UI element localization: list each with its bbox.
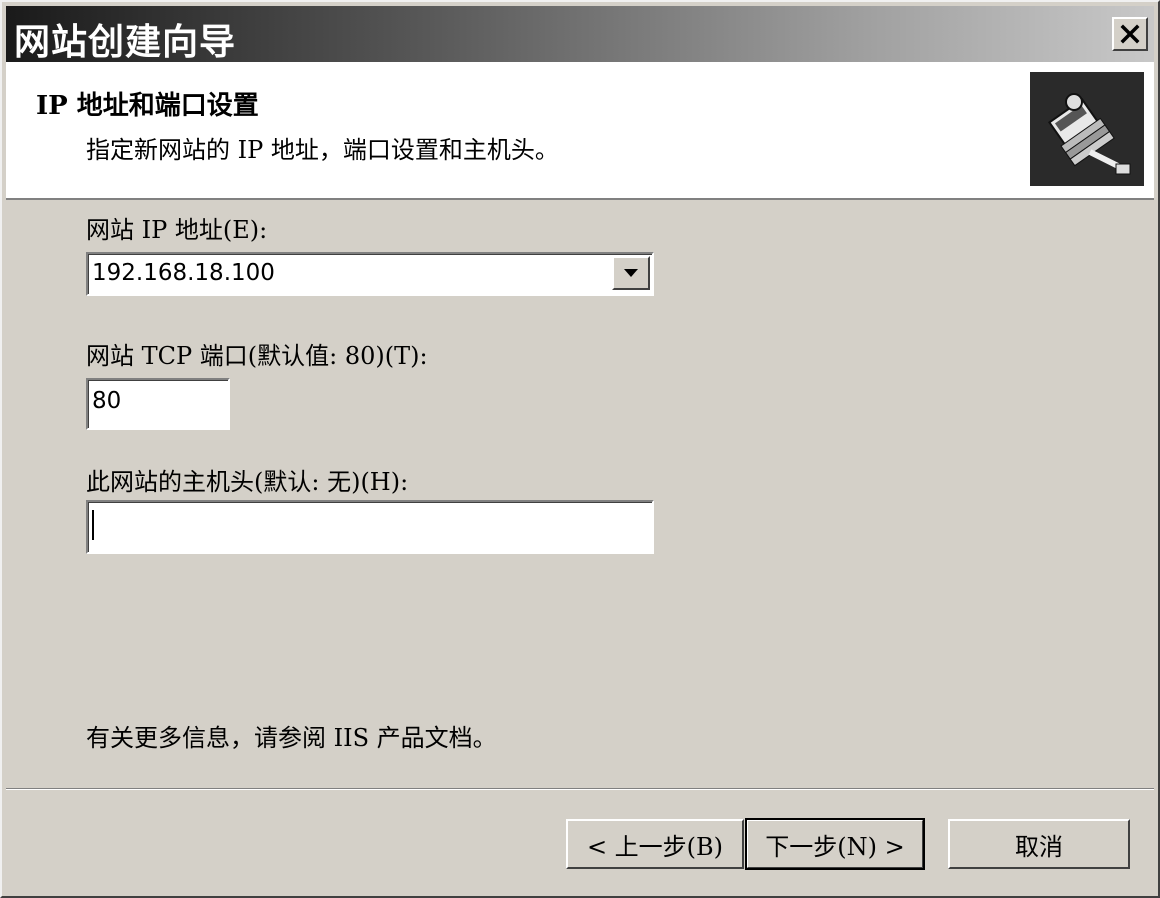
title-bar[interactable]: 网站创建向导 — [6, 6, 1154, 63]
ip-address-label: 网站 IP 地址(E): — [86, 216, 268, 244]
wizard-window: 网站创建向导 IP 地址和端口设置 指定新网站的 IP 地址，端口设置和主机头。 — [0, 0, 1160, 898]
tcp-port-label: 网站 TCP 端口(默认值: 80)(T): — [86, 342, 428, 370]
tcp-port-input[interactable]: 80 — [86, 378, 230, 430]
text-cursor — [92, 510, 94, 540]
close-button[interactable] — [1112, 17, 1148, 51]
page-title: IP 地址和端口设置 — [36, 91, 259, 121]
close-icon — [1120, 24, 1140, 44]
page-subtitle: 指定新网站的 IP 地址，端口设置和主机头。 — [86, 136, 559, 164]
cancel-button[interactable]: 取消 — [948, 819, 1130, 869]
host-header-label: 此网站的主机头(默认: 无)(H): — [86, 468, 409, 496]
ip-dropdown-button[interactable] — [612, 256, 650, 290]
next-button[interactable]: 下一步(N) > — [745, 818, 925, 870]
tcp-port-value: 80 — [92, 388, 122, 414]
back-button[interactable]: < 上一步(B) — [566, 819, 744, 869]
ip-address-select[interactable]: 192.168.18.100 — [86, 252, 654, 296]
wizard-header: IP 地址和端口设置 指定新网站的 IP 地址，端口设置和主机头。 — [6, 62, 1154, 200]
host-header-input[interactable] — [86, 500, 654, 554]
more-info-text: 有关更多信息，请参阅 IIS 产品文档。 — [86, 724, 497, 752]
window-title: 网站创建向导 — [14, 22, 237, 63]
chevron-down-icon — [624, 269, 638, 277]
ip-address-value: 192.168.18.100 — [92, 260, 275, 286]
wizard-icon — [1030, 72, 1144, 186]
